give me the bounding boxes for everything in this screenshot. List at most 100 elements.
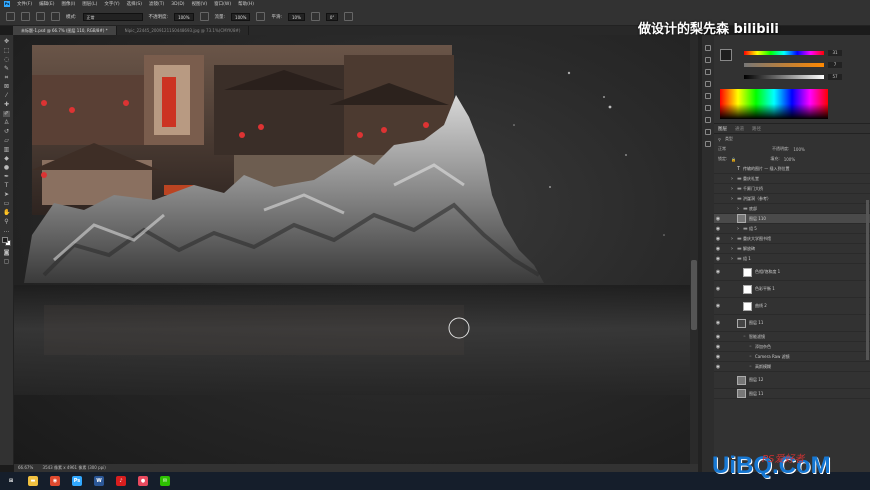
character-icon[interactable] (705, 105, 711, 111)
layer-row[interactable]: ◉ ◦ Camera Raw 滤镜 (714, 352, 870, 362)
menu-item[interactable]: 窗口(W) (214, 1, 231, 7)
layer-row[interactable]: 图层 11 (714, 389, 870, 399)
layer-row[interactable]: ◉ 图层 11 (714, 315, 870, 332)
menu-item[interactable]: 文字(Y) (104, 1, 119, 7)
saturation-slider[interactable] (744, 63, 824, 67)
menu-item[interactable]: 图像(I) (61, 1, 75, 7)
layer-row[interactable]: ◉ › ▬ 解放碑 (714, 244, 870, 254)
foreground-color-swatch[interactable] (720, 49, 732, 61)
shape-tool-icon[interactable]: ▭ (3, 201, 10, 207)
menu-item[interactable]: 帮助(H) (238, 1, 254, 7)
netease-music-icon[interactable]: ♪ (116, 476, 126, 486)
frame-tool-icon[interactable]: ⊠ (3, 84, 10, 90)
airbrush-icon[interactable] (256, 12, 266, 21)
quick-select-tool-icon[interactable]: ✎ (3, 66, 10, 72)
brush-settings-icon[interactable] (705, 57, 711, 63)
layer-row[interactable]: › ▬ 洪崖洞（参考） (714, 194, 870, 204)
layer-row[interactable]: ◉ ◦ 智能滤镜 (714, 332, 870, 342)
type-tool-icon[interactable]: T (3, 183, 10, 189)
layer-thumbnail[interactable] (743, 284, 752, 294)
layer-thumbnail[interactable] (743, 301, 752, 311)
layer-row[interactable]: ◉ › ▬ 组 5 (714, 224, 870, 234)
menu-item[interactable]: 视图(V) (192, 1, 208, 7)
canvas-scrollbar[interactable] (690, 35, 698, 464)
hand-tool-icon[interactable]: ✋ (3, 210, 10, 216)
hue-slider[interactable] (744, 51, 824, 55)
color-swatch-icon[interactable] (1, 237, 12, 247)
tab-channels[interactable]: 通道 (735, 126, 744, 132)
layer-row[interactable]: 图层 12 (714, 372, 870, 389)
menu-item[interactable]: 文件(F) (17, 1, 32, 7)
eyedropper-tool-icon[interactable]: ⁄ (3, 93, 10, 99)
layers-scrollbar[interactable] (866, 200, 869, 360)
saturation-value[interactable]: 7 (828, 62, 842, 68)
visibility-eye-icon[interactable]: ◉ (714, 246, 722, 252)
blend-mode-select[interactable]: 正常 (718, 146, 768, 152)
crop-tool-icon[interactable]: ⌗ (3, 75, 10, 81)
visibility-eye-icon[interactable]: ◉ (714, 344, 722, 350)
visibility-eye-icon[interactable]: ◉ (714, 286, 722, 292)
angle-field[interactable]: 0° (325, 12, 339, 21)
lock-icon[interactable]: 🔒 (731, 157, 736, 162)
fill-field[interactable]: 100% (784, 157, 795, 162)
layer-row[interactable]: ◉ › ▬ 重庆大学图书馆 (714, 234, 870, 244)
visibility-eye-icon[interactable]: ◉ (714, 226, 722, 232)
layer-thumbnail[interactable] (737, 375, 746, 385)
brush-preset-icon[interactable] (36, 12, 45, 21)
menu-item[interactable]: 图层(L) (82, 1, 97, 7)
move-tool-icon[interactable]: ✥ (3, 39, 10, 45)
canvas-scroll-thumb[interactable] (691, 260, 697, 330)
color-spectrum[interactable] (720, 89, 828, 119)
info-icon[interactable] (705, 141, 711, 147)
layer-row[interactable]: › ▬ 千厮门大桥 (714, 184, 870, 194)
brightness-slider[interactable] (744, 75, 824, 79)
opacity-field[interactable]: 100% (174, 12, 194, 21)
pressure-opacity-icon[interactable] (199, 12, 209, 21)
visibility-eye-icon[interactable]: ◉ (714, 256, 722, 262)
layer-opacity-field[interactable]: 100% (793, 147, 804, 152)
layer-row[interactable]: ◉ 色相/饱和度 1 (714, 264, 870, 281)
menu-item[interactable]: 编辑(E) (39, 1, 54, 7)
history-icon[interactable] (705, 45, 711, 51)
blur-tool-icon[interactable]: ◆ (3, 156, 10, 162)
visibility-eye-icon[interactable]: ◉ (714, 216, 722, 222)
brush-tool-icon[interactable] (21, 12, 30, 21)
adjustments-icon[interactable] (705, 81, 711, 87)
layer-thumbnail[interactable] (737, 214, 746, 223)
home-icon[interactable] (6, 12, 15, 21)
start-icon[interactable]: ⊞ (6, 476, 16, 486)
flow-field[interactable]: 100% (231, 12, 251, 21)
explorer-icon[interactable]: ▬ (28, 476, 38, 486)
visibility-eye-icon[interactable]: ◉ (714, 334, 722, 340)
layer-thumbnail[interactable] (737, 389, 746, 398)
browser-icon[interactable]: ◉ (50, 476, 60, 486)
layer-row[interactable]: ◉ 曲线 2 (714, 298, 870, 315)
brightness-value[interactable]: 57 (828, 74, 842, 80)
screen-mode-icon[interactable]: ▢ (3, 259, 10, 265)
layer-row[interactable]: ◉ 色彩平衡 1 (714, 281, 870, 298)
word-icon[interactable]: W (94, 476, 104, 486)
tab-layers[interactable]: 图层 (718, 126, 727, 132)
visibility-eye-icon[interactable]: ◉ (714, 303, 722, 309)
gradient-tool-icon[interactable]: ▥ (3, 147, 10, 153)
visibility-eye-icon[interactable]: ◉ (714, 236, 722, 242)
layer-row[interactable]: ◉ 图层 110 (714, 214, 870, 224)
zoom-level[interactable]: 66.67% (18, 465, 33, 470)
visibility-eye-icon[interactable]: ◉ (714, 354, 722, 360)
visibility-eye-icon[interactable]: ◉ (714, 269, 722, 275)
quick-mask-icon[interactable]: ◙ (3, 250, 10, 256)
visibility-eye-icon[interactable]: ◉ (714, 320, 722, 326)
visibility-eye-icon[interactable]: ◉ (714, 364, 722, 370)
stamp-tool-icon[interactable]: ♙ (3, 120, 10, 126)
layer-thumbnail[interactable] (737, 318, 746, 328)
healing-tool-icon[interactable]: ✚ (3, 102, 10, 108)
app-icon[interactable]: ● (138, 476, 148, 486)
tab-paths[interactable]: 路径 (752, 126, 761, 132)
zoom-tool-icon[interactable]: ⚲ (3, 219, 10, 225)
layer-row[interactable]: › ▬ 重庆礼堂 (714, 174, 870, 184)
layer-row[interactable]: ◉ ◦ 添加杂色 (714, 342, 870, 352)
document-tab[interactable]: Nipic_22445_20091211S0448693.jpg @ 73.1%… (117, 26, 250, 35)
document-tab[interactable]: 未标题-1.psd @ 66.7% (图层 110, RGB/8#) * (13, 26, 117, 35)
more-tools-icon[interactable]: … (3, 228, 10, 234)
menu-item[interactable]: 3D(D) (171, 2, 184, 7)
